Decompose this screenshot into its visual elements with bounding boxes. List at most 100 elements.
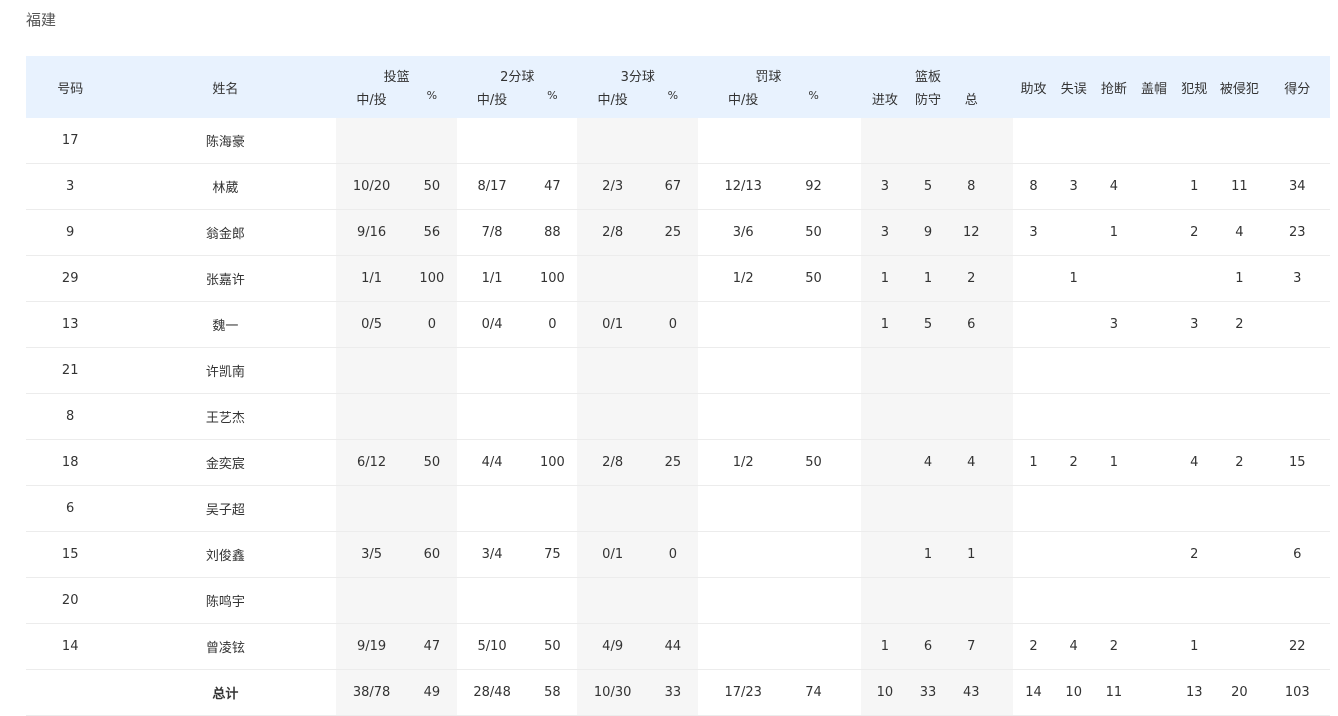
- cell-fg-pct: 0: [406, 301, 457, 348]
- cell-pts: [1264, 118, 1330, 164]
- cell-pts: 15: [1264, 439, 1330, 486]
- cell-stl: [1093, 255, 1134, 302]
- cell-treb: [947, 347, 996, 394]
- cell-dreb: 33: [908, 669, 948, 716]
- cell-two: 8/17: [456, 163, 528, 210]
- cell-fd: 2: [1214, 301, 1265, 348]
- col-group-fg: 投篮: [336, 56, 457, 87]
- cell-fg: [336, 577, 407, 624]
- cell-blk: [1133, 301, 1175, 348]
- cell-blk: [1133, 439, 1175, 486]
- cell-oreb: [860, 531, 909, 578]
- cell-spacer: [995, 393, 1014, 440]
- cell-two: 7/8: [456, 209, 528, 256]
- header-spacer: [838, 56, 861, 118]
- cell-two: 3/4: [456, 531, 528, 578]
- cell-two-pct: 100: [527, 255, 578, 302]
- cell-two-pct: 100: [527, 439, 578, 486]
- cell-spacer: [838, 393, 861, 440]
- col-group-ft: 罚球: [698, 56, 839, 87]
- cell-spacer: [995, 623, 1014, 670]
- col-header-fd: 被侵犯: [1214, 56, 1265, 118]
- cell-fd: 11: [1214, 163, 1265, 210]
- cell-tov: 2: [1053, 439, 1094, 486]
- col-header-pf: 犯规: [1174, 56, 1215, 118]
- col-header-ft-pct: %: [788, 87, 839, 118]
- cell-three: [577, 347, 648, 394]
- cell-tov: [1053, 485, 1094, 532]
- col-header-ast: 助攻: [1013, 56, 1054, 118]
- cell-fg: 38/78: [336, 669, 407, 716]
- cell-stl: [1093, 577, 1134, 624]
- cell-player-name: 金奕宸: [114, 439, 337, 486]
- cell-treb: 6: [947, 301, 996, 348]
- cell-two: 0/4: [456, 301, 528, 348]
- cell-two: [456, 118, 528, 164]
- cell-pts: 23: [1264, 209, 1330, 256]
- col-header-three-made-att: 中/投: [577, 87, 648, 118]
- cell-pts: [1264, 577, 1330, 624]
- cell-pf: [1174, 577, 1215, 624]
- cell-ast: 14: [1013, 669, 1054, 716]
- cell-dreb: [908, 485, 948, 532]
- cell-player-name: 总计: [114, 669, 337, 716]
- cell-player-name: 陈鸣宇: [114, 577, 337, 624]
- cell-fd: [1214, 347, 1265, 394]
- stats-body: 17 陈海豪 3 林葳 10/20 50 8/17 47 2/3 67 12/13 92 3 5 8 8 3 4 1…: [26, 118, 1330, 716]
- cell-dreb: [908, 393, 948, 440]
- cell-stl: 2: [1093, 623, 1134, 670]
- cell-dreb: 5: [908, 301, 948, 348]
- cell-pts: [1264, 393, 1330, 440]
- cell-tov: [1053, 531, 1094, 578]
- cell-ft-pct: [788, 485, 839, 532]
- cell-stl: [1093, 347, 1134, 394]
- cell-spacer: [995, 301, 1014, 348]
- cell-stl: 1: [1093, 439, 1134, 486]
- cell-player-name: 刘俊鑫: [114, 531, 337, 578]
- cell-pts: 103: [1264, 669, 1330, 716]
- cell-oreb: [860, 485, 909, 532]
- cell-ft: 1/2: [698, 255, 789, 302]
- player-row: 13 魏一 0/5 0 0/4 0 0/1 0 1 5 6 3 3 2: [26, 301, 1330, 348]
- cell-dreb: [908, 577, 948, 624]
- cell-two-pct: 75: [527, 531, 578, 578]
- cell-three: 0/1: [577, 531, 648, 578]
- cell-blk: [1133, 531, 1175, 578]
- cell-ft: [698, 485, 789, 532]
- cell-fg: 0/5: [336, 301, 407, 348]
- cell-spacer: [995, 163, 1014, 210]
- cell-treb: 4: [947, 439, 996, 486]
- cell-pf: 2: [1174, 209, 1215, 256]
- cell-dreb: 1: [908, 255, 948, 302]
- cell-fg: 9/16: [336, 209, 407, 256]
- cell-ast: [1013, 393, 1054, 440]
- cell-blk: [1133, 577, 1175, 624]
- cell-ast: 1: [1013, 439, 1054, 486]
- cell-tov: [1053, 347, 1094, 394]
- cell-oreb: [860, 577, 909, 624]
- cell-spacer: [838, 255, 861, 302]
- cell-two: [456, 485, 528, 532]
- cell-fg: [336, 393, 407, 440]
- cell-ast: [1013, 118, 1054, 164]
- cell-blk: [1133, 209, 1175, 256]
- header-spacer: [995, 56, 1014, 118]
- player-row: 8 王艺杰: [26, 393, 1330, 440]
- cell-three-pct: [647, 393, 699, 440]
- cell-ft: [698, 301, 789, 348]
- cell-pf: 1: [1174, 163, 1215, 210]
- cell-fg-pct: 50: [406, 163, 457, 210]
- cell-fd: 2: [1214, 439, 1265, 486]
- cell-treb: [947, 118, 996, 164]
- cell-blk: [1133, 393, 1175, 440]
- cell-three: 2/3: [577, 163, 648, 210]
- cell-spacer: [995, 255, 1014, 302]
- cell-spacer: [995, 669, 1014, 716]
- cell-oreb: 10: [860, 669, 909, 716]
- col-header-fg-made-att: 中/投: [336, 87, 407, 118]
- cell-ast: 8: [1013, 163, 1054, 210]
- cell-fd: 4: [1214, 209, 1265, 256]
- cell-pf: 13: [1174, 669, 1215, 716]
- cell-pf: [1174, 255, 1215, 302]
- cell-two-pct: 0: [527, 301, 578, 348]
